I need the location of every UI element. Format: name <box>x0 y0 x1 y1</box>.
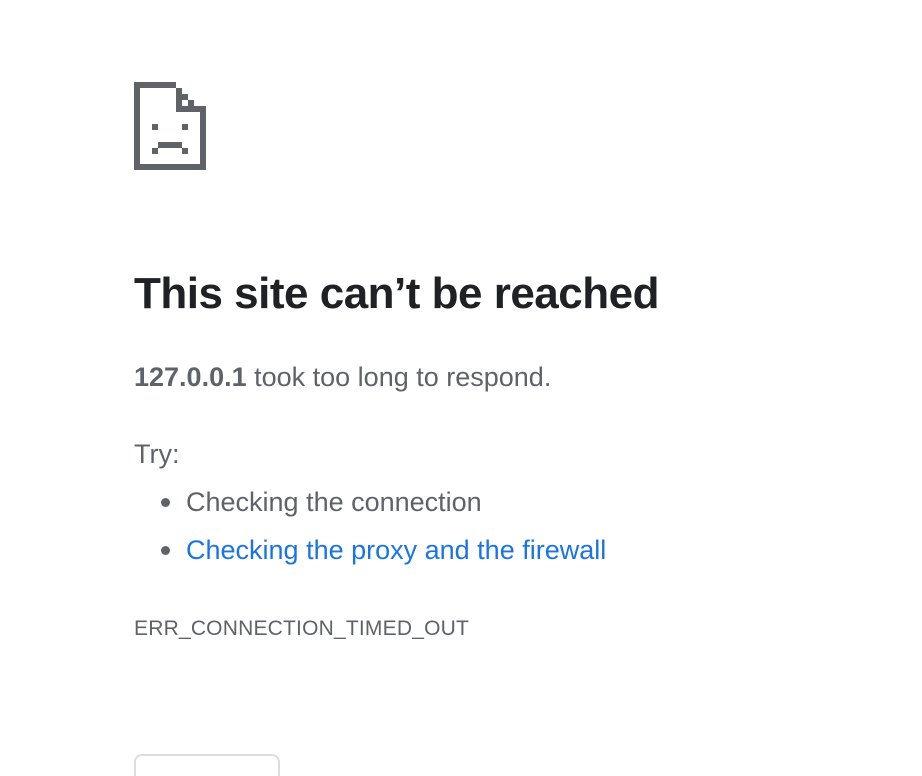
try-label: Try: <box>134 439 180 469</box>
proxy-firewall-link[interactable]: Checking the proxy and the firewall <box>186 535 606 565</box>
bullet-icon <box>161 546 170 555</box>
suggestions-list: Checking the connection Checking the pro… <box>161 483 606 579</box>
error-summary: 127.0.0.1 took too long to respond. <box>134 358 551 396</box>
summary-message: took too long to respond. <box>246 362 552 392</box>
reload-button[interactable] <box>134 754 280 776</box>
suggestion-check-proxy-firewall: Checking the proxy and the firewall <box>161 531 606 579</box>
suggestion-label: Checking the connection <box>186 487 482 517</box>
sad-page-icon <box>134 82 206 170</box>
host-address: 127.0.0.1 <box>134 362 247 392</box>
bullet-icon <box>161 498 170 507</box>
page-title: This site can’t be reached <box>134 269 659 318</box>
suggestion-check-connection: Checking the connection <box>161 483 606 531</box>
error-code: ERR_CONNECTION_TIMED_OUT <box>134 617 469 640</box>
